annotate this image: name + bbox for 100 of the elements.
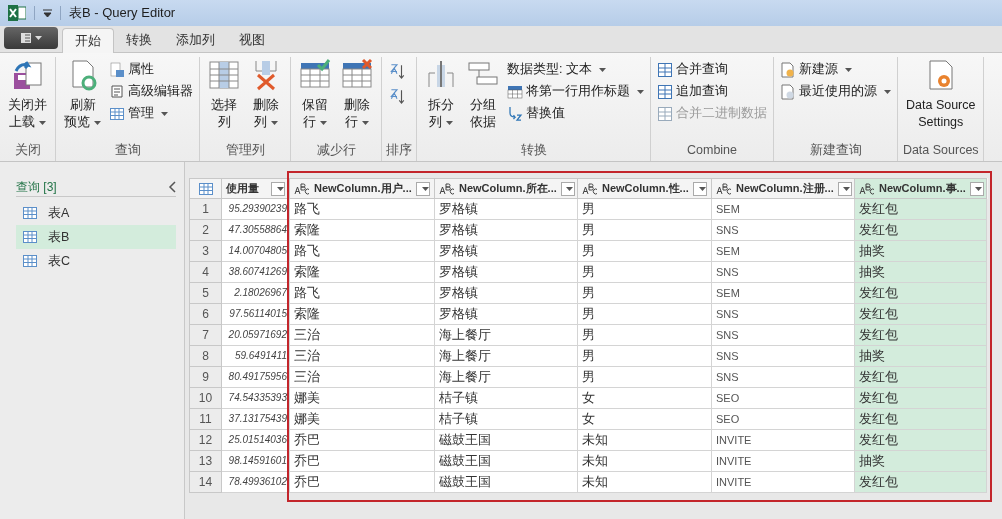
table-cell: 罗格镇 [435, 304, 578, 325]
table-cell: 罗格镇 [435, 262, 578, 283]
table-cell: 男 [578, 325, 712, 346]
caret-icon [276, 186, 284, 191]
table-cell: 发红包 [855, 199, 987, 220]
table-cell: SNS [712, 304, 855, 325]
ribbon-button[interactable]: 最近使用的源 [778, 81, 893, 102]
merge-icon [657, 61, 673, 78]
ribbon-button[interactable]: 保留 行 [295, 57, 335, 139]
ribbon-group-label: 新建查询 [809, 142, 862, 159]
ribbon-button[interactable]: 替换值 [505, 103, 646, 124]
quick-access-icon[interactable] [43, 9, 52, 17]
ribbon-button[interactable]: Data Source Settings [902, 57, 980, 139]
row-number: 2 [189, 220, 222, 241]
table-cell: 娜美 [290, 409, 435, 430]
editor-icon [109, 83, 125, 100]
table-cell: 海上餐厅 [435, 346, 578, 367]
table-cell: 罗格镇 [435, 199, 578, 220]
table-cell: 三治 [290, 325, 435, 346]
table-cell: 发红包 [855, 409, 987, 430]
filter-dropdown[interactable] [416, 181, 430, 196]
column-select-icon [208, 59, 240, 91]
ribbon-button[interactable]: 追加查询 [655, 81, 769, 102]
ribbon-button[interactable]: 分组 依据 [463, 57, 503, 139]
table-cell: 14.00704805 [222, 241, 290, 262]
table-cell: 三治 [290, 346, 435, 367]
ribbon-button[interactable]: 关闭并 上载 [4, 57, 51, 139]
table-cell: 发红包 [855, 388, 987, 409]
ribbon-tab[interactable]: 转换 [114, 27, 164, 52]
column-header[interactable]: NewColumn.用户... [290, 178, 435, 199]
table-icon [22, 205, 38, 221]
text-type-icon [859, 182, 875, 195]
caret-icon [843, 186, 851, 191]
ribbon-button[interactable]: 数据类型: 文本 [505, 59, 646, 80]
filter-dropdown[interactable] [560, 181, 575, 196]
file-menu-button[interactable] [4, 27, 58, 49]
properties-icon [109, 61, 125, 78]
text-type-icon [294, 182, 310, 195]
row-delete-icon [341, 59, 373, 91]
row-number: 11 [189, 409, 222, 430]
row-number: 10 [189, 388, 222, 409]
ribbon-tab[interactable]: 开始 [62, 28, 114, 53]
table-cell: 未知 [578, 430, 712, 451]
caret-icon [161, 111, 168, 116]
ribbon-group-label: 减少行 [316, 142, 356, 159]
column-header[interactable]: NewColumn.性... [578, 178, 712, 199]
table-cell: 98.14591601 [222, 451, 290, 472]
ribbon-button[interactable]: 删除 行 [337, 57, 377, 139]
table-cell: 47.30558864 [222, 220, 290, 241]
table-cell: 路飞 [290, 241, 435, 262]
table-cell: 三治 [290, 367, 435, 388]
table-cell: 男 [578, 304, 712, 325]
ribbon-button[interactable]: 高级编辑器 [107, 81, 195, 102]
table-cell: 娜美 [290, 388, 435, 409]
row-number: 1 [189, 199, 222, 220]
table-cell: 59.6491411 [222, 346, 290, 367]
ribbon-button[interactable]: 刷新 预览 [60, 57, 105, 139]
filter-dropdown[interactable] [969, 181, 984, 196]
ribbon-group-label: 管理列 [225, 142, 265, 159]
ribbon-button[interactable]: 新建源 [778, 59, 893, 80]
ribbon-button[interactable]: 属性 [107, 59, 195, 80]
row-number: 13 [189, 451, 222, 472]
caret-icon [884, 89, 891, 94]
query-item[interactable]: 表A [16, 201, 176, 225]
query-item[interactable]: 表C [16, 249, 176, 273]
row-number: 7 [189, 325, 222, 346]
ribbon-button[interactable]: 合并查询 [655, 59, 769, 80]
table-cell: 未知 [578, 472, 712, 493]
table-icon [22, 253, 38, 269]
table-cell: SEO [712, 409, 855, 430]
queries-heading: 查询 [3] [16, 179, 57, 196]
row-number: 6 [189, 304, 222, 325]
ribbon-button[interactable]: 选择 列 [204, 57, 244, 139]
table-cell: 女 [578, 409, 712, 430]
collapse-icon[interactable] [168, 181, 176, 193]
ribbon-button[interactable]: 拆分 列 [421, 57, 461, 139]
column-header[interactable]: NewColumn.注册... [712, 178, 855, 199]
table-cell: 抽奖 [855, 241, 987, 262]
table-cell: 磁鼓王国 [435, 451, 578, 472]
table-cell: 发红包 [855, 283, 987, 304]
query-item[interactable]: 表B [16, 225, 176, 249]
ribbon-button[interactable]: 将第一行用作标题 [505, 81, 646, 102]
filter-dropdown[interactable] [693, 181, 707, 196]
column-header[interactable]: NewColumn.事... [855, 178, 987, 199]
table-cell: SNS [712, 367, 855, 388]
table-cell: 海上餐厅 [435, 325, 578, 346]
filter-dropdown[interactable] [271, 181, 285, 196]
sort-ascending-icon [388, 63, 406, 81]
text-type-icon [582, 182, 598, 195]
table-cell: 78.49936102 [222, 472, 290, 493]
ribbon-tab[interactable]: 视图 [227, 27, 277, 52]
table-cell: 25.01514036 [222, 430, 290, 451]
ribbon-tab[interactable]: 添加列 [164, 27, 227, 52]
column-header[interactable]: NewColumn.所在... [435, 178, 578, 199]
table-cell: 路飞 [290, 199, 435, 220]
filter-dropdown[interactable] [837, 181, 852, 196]
table-cell: 桔子镇 [435, 409, 578, 430]
ribbon-button[interactable]: 删除 列 [246, 57, 286, 139]
ribbon-button[interactable]: 管理 [107, 103, 195, 124]
table-cell: 罗格镇 [435, 241, 578, 262]
